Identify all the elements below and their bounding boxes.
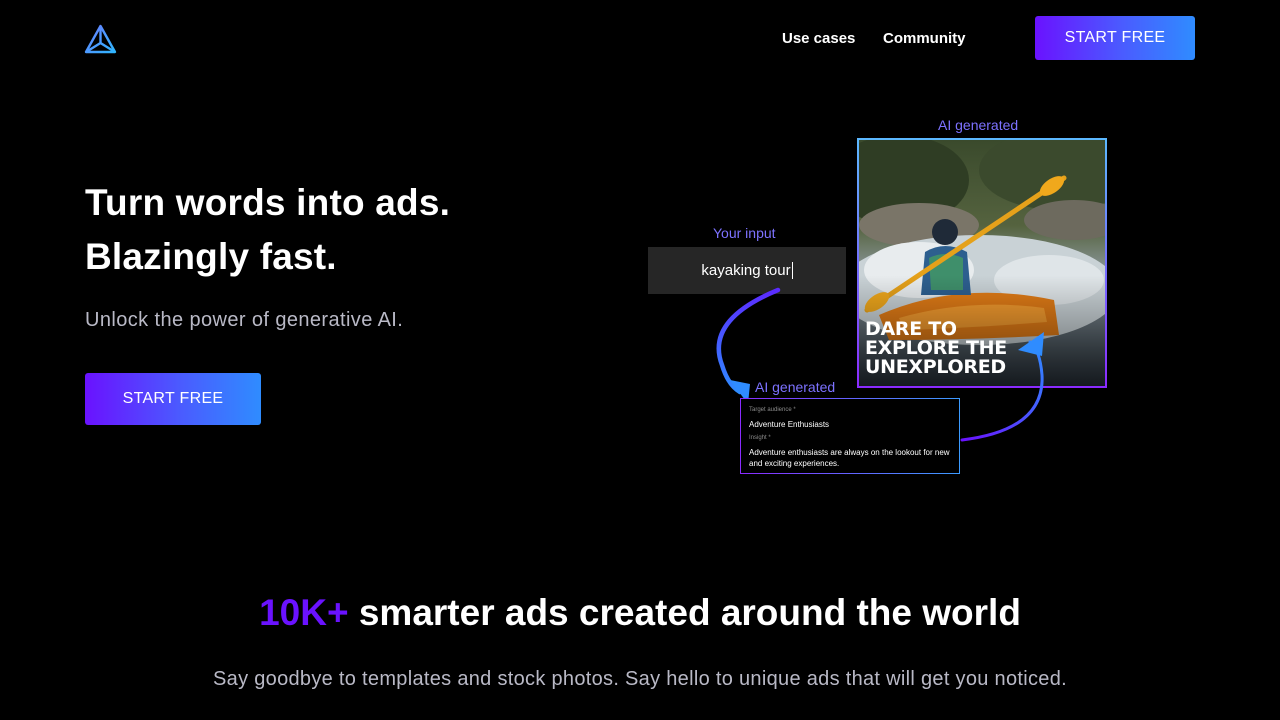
demo-input-value: kayaking tour bbox=[701, 262, 791, 279]
hero-title-line1: Turn words into ads. bbox=[85, 182, 451, 223]
hero-start-free-button[interactable]: START FREE bbox=[85, 373, 261, 425]
logo-icon[interactable] bbox=[84, 24, 117, 55]
stats-title-text: smarter ads created around the world bbox=[348, 592, 1021, 633]
hero-title-line2: Blazingly fast. bbox=[85, 236, 337, 277]
hero-subtitle: Unlock the power of generative AI. bbox=[85, 309, 404, 331]
audience-value: Adventure Enthusiasts bbox=[749, 420, 830, 429]
stats-subtitle: Say goodbye to templates and stock photo… bbox=[213, 668, 1067, 690]
nav-use-cases-link[interactable]: Use cases bbox=[782, 30, 855, 47]
header-start-free-button[interactable]: START FREE bbox=[1035, 16, 1195, 60]
hero-title: Turn words into ads. Blazingly fast. bbox=[85, 176, 450, 284]
ad-ai-generated-label: AI generated bbox=[938, 117, 1019, 133]
insight-value: Adventure enthusiasts are always on the … bbox=[749, 448, 950, 468]
stats-number: 10K+ bbox=[259, 592, 349, 633]
insight-label: Insight * bbox=[749, 435, 771, 441]
nav-community-link[interactable]: Community bbox=[883, 30, 966, 47]
audience-label: Target audience * bbox=[749, 407, 796, 413]
brief-ai-generated-label: AI generated bbox=[755, 379, 836, 395]
generated-brief-card: Target audience * Adventure Enthusiasts … bbox=[740, 398, 960, 474]
text-caret bbox=[791, 262, 793, 279]
your-input-label: Your input bbox=[713, 225, 776, 241]
stats-title: 10K+ smarter ads created around the worl… bbox=[0, 592, 1280, 634]
